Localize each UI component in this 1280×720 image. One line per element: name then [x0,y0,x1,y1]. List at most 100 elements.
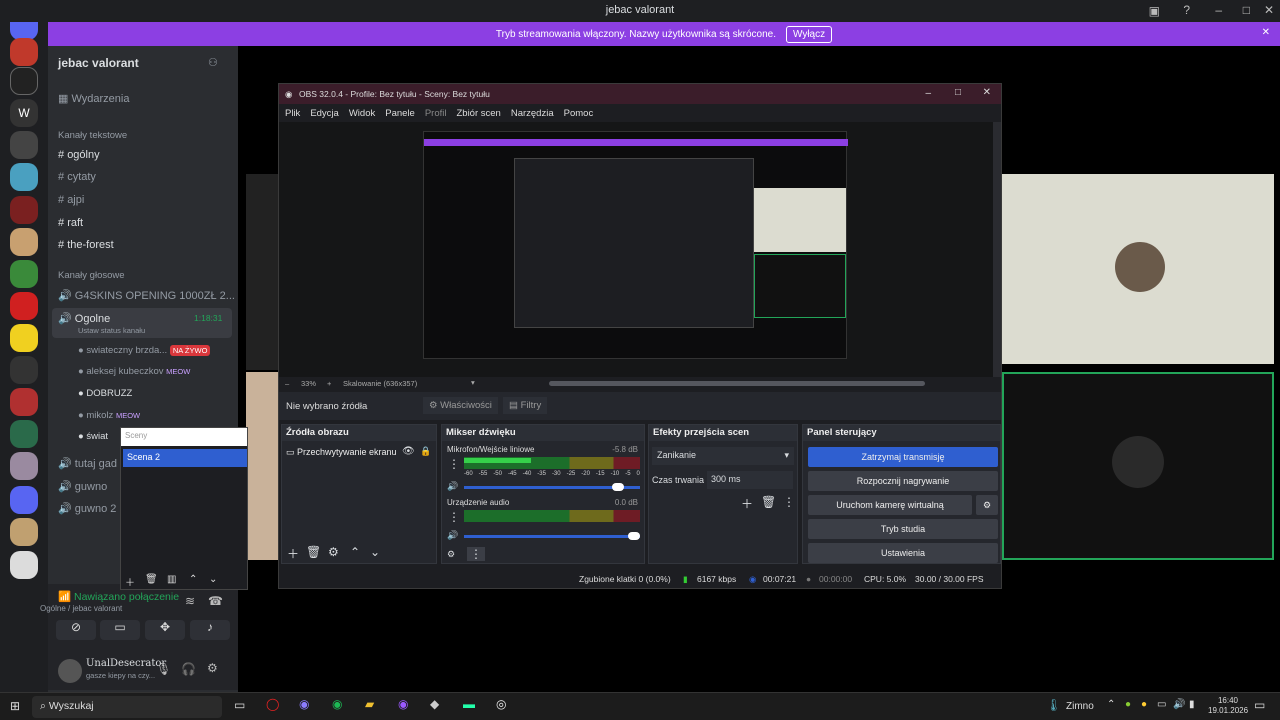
menu-tools[interactable]: Narzędzia [511,108,554,119]
remove-source-icon[interactable]: 🗑 [306,545,321,559]
channel-raft[interactable]: # raft [58,217,83,229]
add-icon[interactable]: ＋ [125,574,135,589]
chat-icon[interactable]: ◉ [398,697,408,711]
preview-scrollbar[interactable] [993,122,1001,377]
speaker-icon[interactable]: 🔊 [447,481,458,492]
properties-button[interactable]: ⚙ Właściwości [423,397,498,414]
studio-mode-button[interactable]: Tryb studia [808,519,998,539]
invite-icon[interactable]: ⚇ [208,56,218,69]
scene-item[interactable]: Scena 2 [123,449,247,467]
trash-icon[interactable]: 🗑 [145,574,158,585]
weather-label[interactable]: Zimno [1066,701,1094,712]
server-icon[interactable] [10,163,38,191]
voice-status-hint[interactable]: Ustaw status kanału [78,326,145,335]
noise-suppression-icon[interactable]: ≋ [185,594,195,608]
events-link[interactable]: ▦ Wydarzenia [58,92,129,105]
menu-edit[interactable]: Edycja [310,108,339,119]
battery-icon[interactable]: ▮ [1189,699,1195,710]
menu-help[interactable]: Pomoc [564,108,594,119]
channel-menu-icon[interactable]: ⋮ [448,457,460,471]
taskbar-search[interactable]: ⌕ Wyszukaj [32,696,222,718]
volume-icon[interactable]: 🔊 [1173,699,1185,710]
maximize-icon[interactable]: □ [955,87,961,98]
terminal-icon[interactable]: ▬ [463,697,475,711]
minimize-icon[interactable]: – [1215,3,1222,17]
tray-icon[interactable]: ● [1141,699,1147,710]
close-icon[interactable]: ✕ [1264,3,1274,17]
maximize-icon[interactable]: □ [1243,3,1250,17]
voice-user[interactable]: ● aleksej kubeczkov MEOW [78,366,190,377]
channel-ogolny[interactable]: # ogólny [58,149,100,161]
server-icon[interactable] [10,356,38,384]
filter-icon[interactable]: ▥ [167,574,176,585]
server-icon[interactable] [10,196,38,224]
network-icon[interactable]: ▭ [1157,699,1166,710]
zoom-out-icon[interactable]: – [285,379,289,388]
voice-channel[interactable]: 🔊 guwno [58,480,107,493]
transition-select[interactable]: Zanikanie ▾ [652,447,794,465]
channel-the-forest[interactable]: # the-forest [58,239,114,251]
add-transition-icon[interactable]: ＋ [741,495,753,512]
obs-preview[interactable] [279,122,993,377]
task-view-icon[interactable]: ▭ [234,698,245,712]
soundboard-button[interactable]: ♪ [190,620,230,640]
explorer-icon[interactable]: ▰ [365,697,374,711]
server-icon[interactable] [10,518,38,546]
windows-start-icon[interactable]: ⊞ [10,699,20,713]
user-name[interactable]: UnalDesecrator [86,658,166,669]
clock[interactable]: 16:40 19.01.2026 [1208,696,1248,716]
scaling-dropdown-icon[interactable]: ▾ [471,378,475,387]
discord-icon[interactable]: ◉ [299,697,309,711]
menu-profile[interactable]: Profil [425,108,447,119]
channel-menu-icon[interactable]: ⋮ [448,510,460,524]
disconnect-icon[interactable]: ☎ [208,594,223,608]
source-settings-icon[interactable]: ⚙ [328,545,339,559]
add-source-icon[interactable]: ＋ [287,545,299,562]
transition-menu-icon[interactable]: ⋮ [783,495,795,509]
menu-file[interactable]: Plik [285,108,300,119]
server-icon[interactable] [10,67,38,95]
down-icon[interactable]: ⌄ [209,574,217,585]
horizontal-scrollbar[interactable] [549,381,925,386]
help-icon[interactable]: ? [1183,3,1190,17]
zoom-in-icon[interactable]: + [327,379,331,388]
voice-user[interactable]: ● mikolz MEOW [78,410,140,421]
visibility-icon[interactable]: 👁 [402,446,415,457]
speaker-icon[interactable]: 🔊 [447,530,458,541]
start-recording-button[interactable]: Rozpocznij nagrywanie [808,471,998,491]
server-icon[interactable] [10,551,38,579]
tray-icon[interactable]: ● [1125,699,1131,710]
settings-button[interactable]: Ustawienia [808,543,998,563]
text-category[interactable]: Kanały tekstowe [58,130,127,141]
avatar[interactable] [58,659,82,683]
volume-slider[interactable] [464,532,640,540]
obs-taskbar-icon[interactable]: ◎ [496,697,506,711]
move-down-icon[interactable]: ⌄ [370,545,380,559]
remove-transition-icon[interactable]: 🗑 [761,495,776,509]
server-icon[interactable] [10,388,38,416]
source-item[interactable]: ▭ Przechwytywanie ekranu [286,447,397,458]
close-icon[interactable]: ✕ [983,87,991,98]
channel-cytaty[interactable]: # cytaty [58,171,96,183]
voice-channel[interactable]: 🔊 guwno 2 [58,502,116,515]
advanced-audio-icon[interactable]: ⚙ [447,549,455,560]
channel-ajpi[interactable]: # ajpi [58,194,84,206]
menu-docks[interactable]: Panele [385,108,415,119]
camera-button[interactable]: ⊘ [56,620,96,640]
server-icon[interactable] [10,131,38,159]
server-icon[interactable] [10,292,38,320]
notifications-icon[interactable]: ▭ [1254,698,1265,712]
inbox-icon[interactable]: ▣ [1149,4,1160,18]
voice-channel[interactable]: 🔊 tutaj gad [58,457,117,470]
server-name[interactable]: jebac valorant [58,56,139,70]
volume-slider-handle[interactable] [628,532,640,540]
virtual-camera-button[interactable]: Uruchom kamerę wirtualną [808,495,972,515]
spotify-icon[interactable]: ◉ [332,697,342,711]
menu-scene-collection[interactable]: Zbiór scen [456,108,500,119]
app-icon[interactable]: ◆ [430,697,439,711]
mic-icon[interactable]: 🎙 [156,662,171,676]
opera-icon[interactable]: ◯ [266,697,279,711]
server-icon[interactable] [10,260,38,288]
close-icon[interactable]: ✕ [1262,27,1270,38]
settings-icon[interactable]: ⚙ [207,661,218,675]
